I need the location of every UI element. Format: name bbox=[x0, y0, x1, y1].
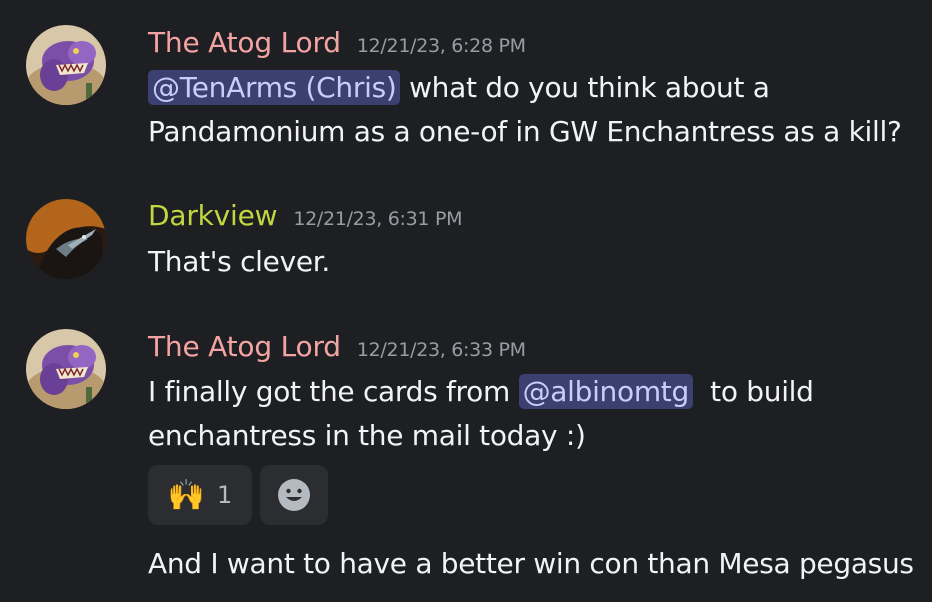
message-line: Pandamonium as a one-of in GW Enchantres… bbox=[148, 115, 902, 148]
message-content: @TenArms (Chris) what do you think about… bbox=[148, 66, 918, 154]
avatar[interactable] bbox=[26, 329, 106, 409]
message-content: I finally got the cards from @albinomtg … bbox=[148, 370, 918, 458]
user-mention[interactable]: @TenArms (Chris) bbox=[148, 70, 401, 105]
message-content: And I want to have a better win con than… bbox=[148, 542, 918, 586]
message-header: The Atog Lord 12/21/23, 6:28 PM bbox=[148, 26, 526, 60]
message-text: I finally got the cards from bbox=[148, 375, 519, 408]
username[interactable]: Darkview bbox=[148, 199, 278, 233]
timestamp[interactable]: 12/21/23, 6:33 PM bbox=[357, 339, 526, 361]
message-line: I finally got the cards from @albinomtg … bbox=[148, 370, 918, 414]
username[interactable]: The Atog Lord bbox=[148, 330, 341, 364]
message-text: what do you think about a bbox=[400, 71, 770, 104]
reaction-raising-hands[interactable]: 🙌 1 bbox=[148, 465, 252, 525]
purple-monster-icon bbox=[26, 329, 106, 409]
purple-monster-icon bbox=[26, 25, 106, 105]
message-line: @TenArms (Chris) what do you think about… bbox=[148, 66, 918, 110]
message-content: That's clever. bbox=[148, 240, 918, 284]
avatar[interactable] bbox=[26, 199, 106, 279]
smiley-icon bbox=[278, 479, 310, 511]
reactions-bar: 🙌 1 bbox=[148, 465, 328, 525]
raising-hands-emoji-icon: 🙌 bbox=[167, 477, 206, 513]
message-text: to build bbox=[692, 375, 814, 408]
message-line: That's clever. bbox=[148, 245, 331, 278]
chat-messages: The Atog Lord 12/21/23, 6:28 PM @TenArms… bbox=[0, 0, 932, 602]
reaction-count: 1 bbox=[217, 481, 233, 509]
add-reaction-button[interactable] bbox=[260, 465, 328, 525]
dark-dragon-icon bbox=[26, 199, 106, 279]
message-header: Darkview 12/21/23, 6:31 PM bbox=[148, 199, 463, 233]
avatar[interactable] bbox=[26, 25, 106, 105]
username[interactable]: The Atog Lord bbox=[148, 26, 341, 60]
timestamp[interactable]: 12/21/23, 6:31 PM bbox=[293, 208, 462, 230]
message-line: enchantress in the mail today :) bbox=[148, 419, 586, 452]
timestamp[interactable]: 12/21/23, 6:28 PM bbox=[357, 35, 526, 57]
message-header: The Atog Lord 12/21/23, 6:33 PM bbox=[148, 330, 526, 364]
message-line: And I want to have a better win con than… bbox=[148, 547, 914, 580]
user-mention[interactable]: @albinomtg bbox=[518, 374, 693, 409]
